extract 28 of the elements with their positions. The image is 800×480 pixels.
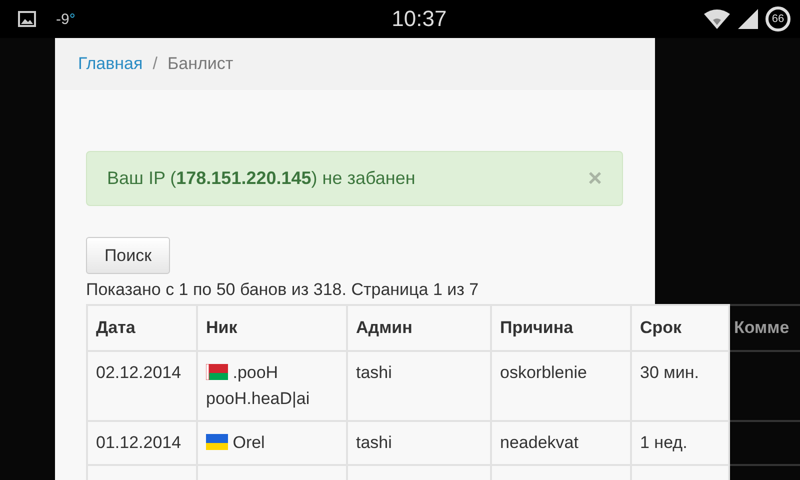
- column-header: Причина: [491, 305, 631, 351]
- image-icon: [18, 11, 36, 27]
- table-cell: 1 нед.: [631, 421, 729, 465]
- pagination-summary: Показано с 1 по 50 банов из 318. Страница 1 из 7: [86, 280, 480, 300]
- table-cell: 01.12.2014: [87, 421, 197, 465]
- column-header: Админ: [347, 305, 491, 351]
- alert-message: Ваш IP (178.151.220.145) не забанен: [107, 168, 416, 189]
- wifi-icon: [703, 9, 731, 29]
- battery-icon: [765, 6, 791, 32]
- table-cell: Orel: [197, 421, 347, 465]
- search-button[interactable]: Поиск: [86, 237, 170, 274]
- signal-icon: [737, 8, 759, 30]
- table-cell: tashi: [347, 421, 491, 465]
- table-cell: tashi: [347, 351, 491, 421]
- battery-level: 66: [770, 13, 786, 25]
- column-header: Дата: [87, 305, 197, 351]
- table-cell: 30 мин.: [631, 351, 729, 421]
- column-header: Комме: [729, 305, 800, 351]
- temperature: -9: [56, 10, 70, 28]
- breadcrumb-link[interactable]: Главная: [78, 54, 143, 74]
- breadcrumb-link[interactable]: Банлист: [167, 54, 234, 74]
- breadcrumb-separator: /: [152, 54, 158, 74]
- column-header: Срок: [631, 305, 729, 351]
- table-cell: 02.12.2014: [87, 351, 197, 421]
- clock: 10:37: [392, 6, 447, 32]
- table-cell: .pooH pooH.heaD|ai: [197, 351, 347, 421]
- column-header: Ник: [197, 305, 347, 351]
- degree-sign: °: [69, 10, 76, 28]
